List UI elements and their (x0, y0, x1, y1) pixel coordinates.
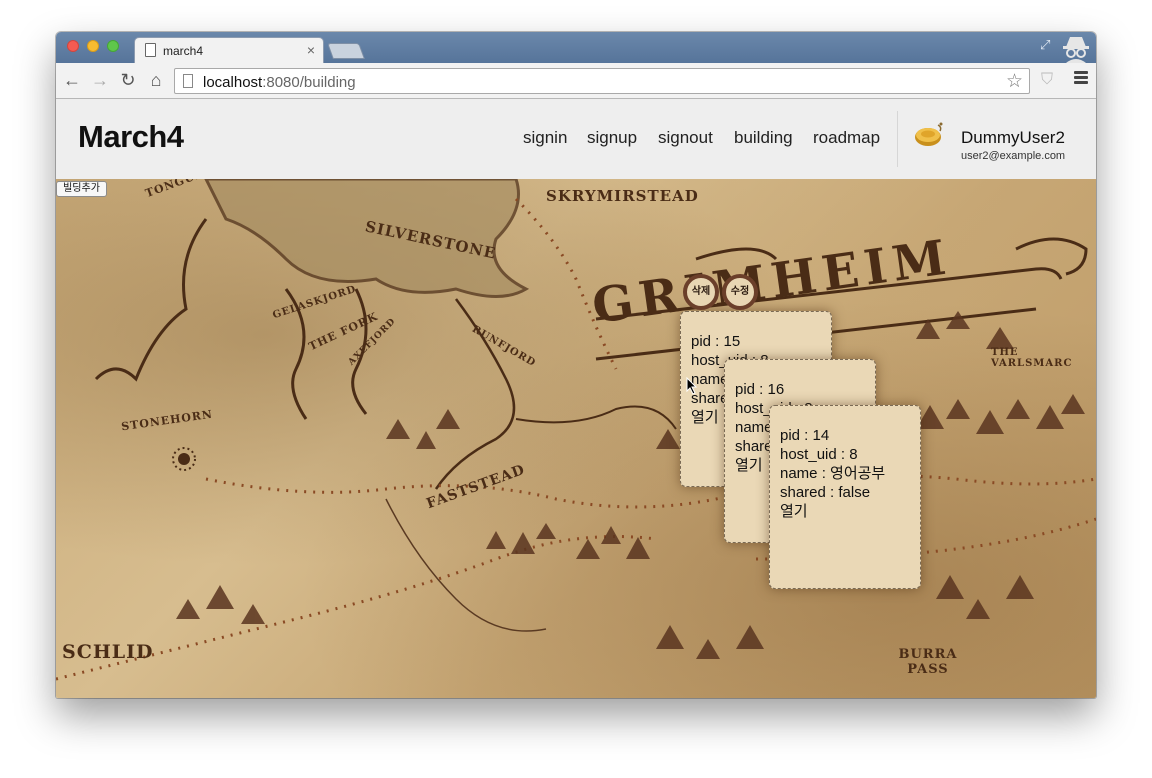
building-card-14[interactable]: pid : 14 host_uid : 8 name : 영어공부 shared… (769, 405, 921, 589)
close-window-button[interactable] (67, 40, 79, 52)
document-icon (183, 74, 193, 88)
site-brand[interactable]: March4 (78, 119, 184, 155)
tab-strip: march4 × ⤢ (56, 32, 1096, 63)
zoom-window-button[interactable] (107, 40, 119, 52)
url-text[interactable]: localhost:8080/building (203, 74, 356, 91)
web-page: March4 signin signup signout building ro… (56, 99, 1096, 698)
fullscreen-icon[interactable]: ⤢ (1040, 38, 1054, 52)
delete-button[interactable]: 삭제 (683, 274, 719, 310)
menu-icon[interactable] (1074, 71, 1088, 85)
card-name: name : 영어공부 (780, 465, 886, 482)
header-divider (897, 111, 898, 167)
map-label-skrymirstead: SKRYMIRSTEAD (546, 187, 699, 205)
browser-window: march4 × ⤢ ← → ↻ ⌂ localhost:8080/buildi… (56, 32, 1096, 698)
user-name: DummyUser2 (961, 128, 1065, 147)
bookmark-star-icon[interactable]: ☆ (1006, 70, 1023, 93)
tab-close-icon[interactable]: × (307, 42, 315, 58)
nav-signin[interactable]: signin (523, 128, 567, 148)
card-open-link[interactable]: 열기 (780, 502, 910, 521)
address-bar[interactable]: localhost:8080/building ☆ (174, 68, 1030, 94)
nav-roadmap[interactable]: roadmap (813, 128, 880, 148)
home-icon[interactable]: ⌂ (146, 70, 166, 90)
card-shared: shared : false (780, 484, 871, 501)
map-label-schlid: SCHLID (62, 641, 154, 663)
add-building-button[interactable]: 빌딩추가 (56, 181, 107, 197)
card-host-uid: host_uid : 8 (780, 446, 858, 463)
minimize-window-button[interactable] (87, 40, 99, 52)
card-pid: pid : 15 (691, 333, 741, 350)
map-canvas[interactable]: SKRYMIRSTEAD SILVERSTONE GELASKJORD THE … (56, 179, 1096, 698)
forward-arrow-icon[interactable]: → (90, 70, 110, 90)
extension-shield-icon[interactable]: ⛉ (1041, 71, 1057, 89)
card-pid: pid : 16 (735, 381, 785, 398)
edit-button[interactable]: 수정 (722, 274, 758, 310)
browser-tab[interactable]: march4 × (134, 37, 324, 63)
avatar[interactable] (914, 121, 946, 149)
nav-signup[interactable]: signup (587, 128, 637, 148)
card-pid: pid : 14 (780, 427, 830, 444)
browser-toolbar: ← → ↻ ⌂ localhost:8080/building ☆ ⛉ (56, 63, 1096, 99)
nav-building[interactable]: building (734, 128, 793, 148)
reload-icon[interactable]: ↻ (118, 70, 138, 90)
user-email: user2@example.com (961, 150, 1066, 162)
incognito-icon (1063, 37, 1089, 63)
tab-title: march4 (163, 44, 204, 58)
new-tab-button[interactable] (327, 43, 365, 59)
map-label-burra-pass: BURRA PASS (898, 647, 958, 677)
mouse-cursor-icon (686, 377, 698, 395)
site-header: March4 signin signup signout building ro… (56, 99, 1096, 179)
map-label-the-varlsmarc: THE VARLSMARC (991, 347, 1073, 369)
nav-signout[interactable]: signout (658, 128, 713, 148)
page-icon (145, 43, 156, 57)
back-arrow-icon[interactable]: ← (62, 70, 82, 90)
